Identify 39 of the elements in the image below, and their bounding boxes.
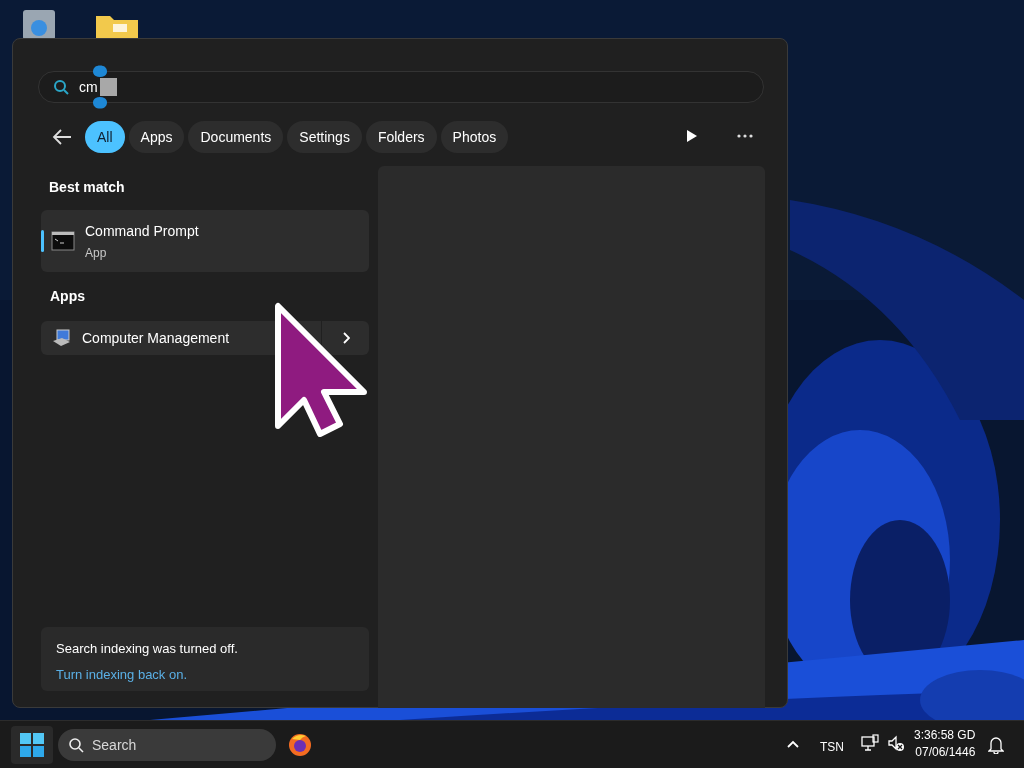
result-title: Command Prompt [85, 221, 199, 241]
notice-text: Search indexing was turned off. [56, 640, 239, 658]
filter-tab[interactable]: Settings [287, 121, 362, 153]
selection-handle-icon [91, 63, 109, 77]
filter-tab[interactable]: All [85, 121, 125, 153]
terminal-icon [51, 231, 75, 251]
clock-date[interactable]: 07/06/1446 [915, 744, 976, 761]
windows-logo-icon [20, 733, 44, 757]
search-icon [53, 79, 69, 95]
network-icon[interactable] [861, 734, 879, 752]
filter-tab[interactable]: Documents [188, 121, 284, 153]
selection-handle-icon [91, 97, 109, 111]
result-type: App [85, 244, 108, 262]
filter-tab[interactable]: Photos [440, 121, 509, 153]
language-indicator[interactable]: TSN [820, 738, 844, 756]
search-icon [68, 737, 84, 753]
muted-speaker-icon[interactable] [887, 735, 905, 753]
section-heading: Best match [49, 178, 126, 197]
search-field[interactable]: cm [38, 71, 764, 103]
computer-management-icon [52, 329, 72, 347]
result-item[interactable]: Command Prompt App [41, 210, 369, 272]
clock-time[interactable]: 3:36:58 GD [914, 727, 976, 744]
text-selection-highlight [100, 78, 117, 96]
taskbar-search-box[interactable]: Search [58, 729, 276, 761]
cursor-icon [274, 302, 370, 438]
recycle-bin-icon[interactable] [20, 8, 58, 40]
start-button[interactable] [11, 726, 53, 764]
filter-tab[interactable]: Apps [128, 121, 185, 153]
notification-bell-icon[interactable] [988, 736, 1004, 754]
more-options-icon[interactable] [737, 134, 753, 138]
expand-button[interactable] [322, 321, 369, 355]
back-arrow-icon[interactable] [51, 128, 73, 146]
section-heading: Apps [50, 287, 86, 306]
browser-icon[interactable] [288, 733, 312, 757]
chevron-right-icon [341, 332, 350, 344]
chevron-up-icon[interactable] [787, 740, 799, 748]
filter-tab[interactable]: Folders [365, 121, 437, 153]
turn-indexing-link[interactable]: Turn indexing back on. [56, 664, 188, 684]
play-icon[interactable] [686, 129, 698, 143]
